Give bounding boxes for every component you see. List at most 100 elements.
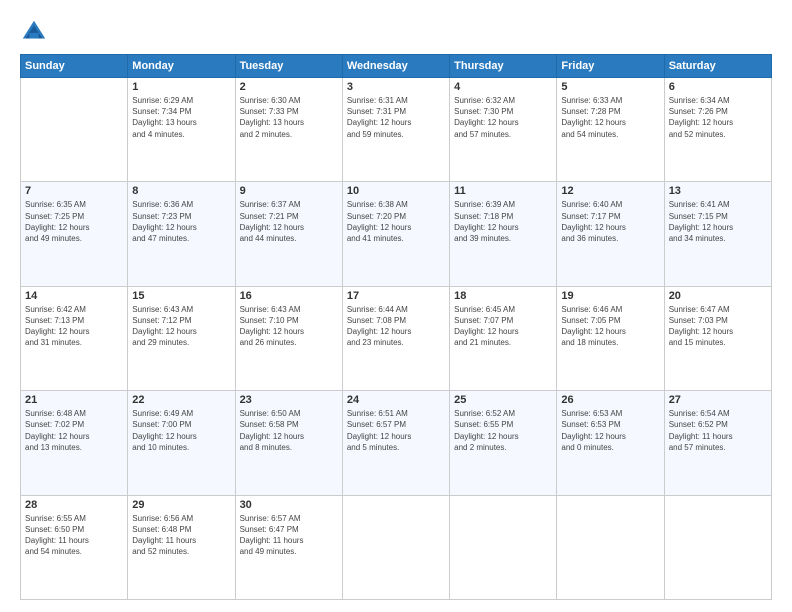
day-info: Sunrise: 6:31 AM Sunset: 7:31 PM Dayligh… — [347, 95, 445, 140]
calendar-cell: 9Sunrise: 6:37 AM Sunset: 7:21 PM Daylig… — [235, 182, 342, 286]
calendar-cell: 25 Sunrise: 6:52 AM Sunset: 6:55 PM Dayli… — [450, 391, 557, 495]
day-number: 3 — [347, 81, 445, 93]
calendar-cell: 24 Sunrise: 6:51 AM Sunset: 6:57 PM Dayli… — [342, 391, 449, 495]
calendar-table: SundayMondayTuesdayWednesdayThursdayFrid… — [20, 54, 772, 600]
day-info: Sunrise: 6:29 AM Sunset: 7:34 PM Dayligh… — [132, 95, 230, 140]
day-number: 6 — [669, 81, 767, 93]
day-info: Sunrise: 6:38 AM Sunset: 7:20 PM Dayligh… — [347, 199, 445, 244]
calendar-cell: 23 Sunrise: 6:50 AM Sunset: 6:58 PM Dayli… — [235, 391, 342, 495]
day-info: Sunrise: 6:35 AM Sunset: 7:25 PM Dayligh… — [25, 199, 123, 244]
calendar-cell — [664, 495, 771, 599]
day-info: Sunrise: 6:47 AM Sunset: 7:03 PM Dayligh… — [669, 304, 767, 349]
calendar-cell: 14Sunrise: 6:42 AM Sunset: 7:13 PM Dayli… — [21, 286, 128, 390]
day-number: 18 — [454, 290, 552, 302]
day-info: Sunrise: 6:40 AM Sunset: 7:17 PM Dayligh… — [561, 199, 659, 244]
day-number: 4 — [454, 81, 552, 93]
day-number: 8 — [132, 185, 230, 197]
day-number: 11 — [454, 185, 552, 197]
weekday-header-row: SundayMondayTuesdayWednesdayThursdayFrid… — [21, 55, 772, 78]
day-number: 5 — [561, 81, 659, 93]
calendar-cell: 30 Sunrise: 6:57 AM Sunset: 6:47 PM Dayli… — [235, 495, 342, 599]
day-number: 23 — [240, 394, 338, 406]
day-number: 26 — [561, 394, 659, 406]
day-info: Sunrise: 6:57 AM Sunset: 6:47 PM Dayligh… — [240, 513, 338, 558]
week-row-1: 1Sunrise: 6:29 AM Sunset: 7:34 PM Daylig… — [21, 78, 772, 182]
day-number: 30 — [240, 499, 338, 511]
calendar-cell: 22 Sunrise: 6:49 AM Sunset: 7:00 PM Dayli… — [128, 391, 235, 495]
calendar-cell: 10 Sunrise: 6:38 AM Sunset: 7:20 PM Dayli… — [342, 182, 449, 286]
day-number: 17 — [347, 290, 445, 302]
day-number: 25 — [454, 394, 552, 406]
day-info: Sunrise: 6:36 AM Sunset: 7:23 PM Dayligh… — [132, 199, 230, 244]
day-number: 22 — [132, 394, 230, 406]
calendar-cell: 28 Sunrise: 6:55 AM Sunset: 6:50 PM Dayli… — [21, 495, 128, 599]
weekday-header-friday: Friday — [557, 55, 664, 78]
calendar-cell: 13 Sunrise: 6:41 AM Sunset: 7:15 PM Dayli… — [664, 182, 771, 286]
weekday-header-thursday: Thursday — [450, 55, 557, 78]
day-info: Sunrise: 6:45 AM Sunset: 7:07 PM Dayligh… — [454, 304, 552, 349]
day-number: 27 — [669, 394, 767, 406]
calendar-cell: 29 Sunrise: 6:56 AM Sunset: 6:48 PM Dayli… — [128, 495, 235, 599]
day-number: 20 — [669, 290, 767, 302]
calendar-cell: 16 Sunrise: 6:43 AM Sunset: 7:10 PM Dayli… — [235, 286, 342, 390]
logo-icon — [20, 18, 48, 46]
week-row-3: 14Sunrise: 6:42 AM Sunset: 7:13 PM Dayli… — [21, 286, 772, 390]
day-info: Sunrise: 6:43 AM Sunset: 7:12 PM Dayligh… — [132, 304, 230, 349]
calendar-cell: 5Sunrise: 6:33 AM Sunset: 7:28 PM Daylig… — [557, 78, 664, 182]
logo — [20, 18, 52, 46]
day-info: Sunrise: 6:37 AM Sunset: 7:21 PM Dayligh… — [240, 199, 338, 244]
week-row-2: 7 Sunrise: 6:35 AM Sunset: 7:25 PM Daylig… — [21, 182, 772, 286]
day-info: Sunrise: 6:53 AM Sunset: 6:53 PM Dayligh… — [561, 408, 659, 453]
calendar-cell: 17 Sunrise: 6:44 AM Sunset: 7:08 PM Dayli… — [342, 286, 449, 390]
weekday-header-wednesday: Wednesday — [342, 55, 449, 78]
page: SundayMondayTuesdayWednesdayThursdayFrid… — [0, 0, 792, 612]
day-info: Sunrise: 6:32 AM Sunset: 7:30 PM Dayligh… — [454, 95, 552, 140]
calendar-cell: 18 Sunrise: 6:45 AM Sunset: 7:07 PM Dayli… — [450, 286, 557, 390]
calendar-cell: 26 Sunrise: 6:53 AM Sunset: 6:53 PM Dayli… — [557, 391, 664, 495]
day-number: 13 — [669, 185, 767, 197]
day-info: Sunrise: 6:56 AM Sunset: 6:48 PM Dayligh… — [132, 513, 230, 558]
calendar-cell: 27 Sunrise: 6:54 AM Sunset: 6:52 PM Dayli… — [664, 391, 771, 495]
day-info: Sunrise: 6:39 AM Sunset: 7:18 PM Dayligh… — [454, 199, 552, 244]
calendar-cell: 6Sunrise: 6:34 AM Sunset: 7:26 PM Daylig… — [664, 78, 771, 182]
calendar-cell: 11 Sunrise: 6:39 AM Sunset: 7:18 PM Dayli… — [450, 182, 557, 286]
day-number: 29 — [132, 499, 230, 511]
calendar-cell: 21 Sunrise: 6:48 AM Sunset: 7:02 PM Dayli… — [21, 391, 128, 495]
day-info: Sunrise: 6:55 AM Sunset: 6:50 PM Dayligh… — [25, 513, 123, 558]
calendar-cell — [557, 495, 664, 599]
day-info: Sunrise: 6:48 AM Sunset: 7:02 PM Dayligh… — [25, 408, 123, 453]
day-info: Sunrise: 6:42 AM Sunset: 7:13 PM Dayligh… — [25, 304, 123, 349]
calendar-cell: 4 Sunrise: 6:32 AM Sunset: 7:30 PM Daylig… — [450, 78, 557, 182]
day-number: 2 — [240, 81, 338, 93]
weekday-header-monday: Monday — [128, 55, 235, 78]
calendar-cell: 19Sunrise: 6:46 AM Sunset: 7:05 PM Dayli… — [557, 286, 664, 390]
day-number: 16 — [240, 290, 338, 302]
calendar-cell: 20 Sunrise: 6:47 AM Sunset: 7:03 PM Dayli… — [664, 286, 771, 390]
calendar-cell: 8 Sunrise: 6:36 AM Sunset: 7:23 PM Daylig… — [128, 182, 235, 286]
day-number: 12 — [561, 185, 659, 197]
calendar-cell — [450, 495, 557, 599]
day-number: 19 — [561, 290, 659, 302]
header — [20, 18, 772, 46]
day-number: 10 — [347, 185, 445, 197]
day-info: Sunrise: 6:50 AM Sunset: 6:58 PM Dayligh… — [240, 408, 338, 453]
calendar-cell: 3 Sunrise: 6:31 AM Sunset: 7:31 PM Daylig… — [342, 78, 449, 182]
day-info: Sunrise: 6:41 AM Sunset: 7:15 PM Dayligh… — [669, 199, 767, 244]
day-info: Sunrise: 6:51 AM Sunset: 6:57 PM Dayligh… — [347, 408, 445, 453]
week-row-4: 21 Sunrise: 6:48 AM Sunset: 7:02 PM Dayli… — [21, 391, 772, 495]
day-number: 21 — [25, 394, 123, 406]
calendar-cell: 12 Sunrise: 6:40 AM Sunset: 7:17 PM Dayli… — [557, 182, 664, 286]
day-info: Sunrise: 6:54 AM Sunset: 6:52 PM Dayligh… — [669, 408, 767, 453]
day-info: Sunrise: 6:52 AM Sunset: 6:55 PM Dayligh… — [454, 408, 552, 453]
calendar-cell: 1Sunrise: 6:29 AM Sunset: 7:34 PM Daylig… — [128, 78, 235, 182]
week-row-5: 28 Sunrise: 6:55 AM Sunset: 6:50 PM Dayli… — [21, 495, 772, 599]
day-info: Sunrise: 6:43 AM Sunset: 7:10 PM Dayligh… — [240, 304, 338, 349]
weekday-header-tuesday: Tuesday — [235, 55, 342, 78]
day-info: Sunrise: 6:49 AM Sunset: 7:00 PM Dayligh… — [132, 408, 230, 453]
day-info: Sunrise: 6:44 AM Sunset: 7:08 PM Dayligh… — [347, 304, 445, 349]
day-number: 24 — [347, 394, 445, 406]
calendar-cell — [342, 495, 449, 599]
day-number: 7 — [25, 185, 123, 197]
calendar-cell — [21, 78, 128, 182]
day-number: 28 — [25, 499, 123, 511]
